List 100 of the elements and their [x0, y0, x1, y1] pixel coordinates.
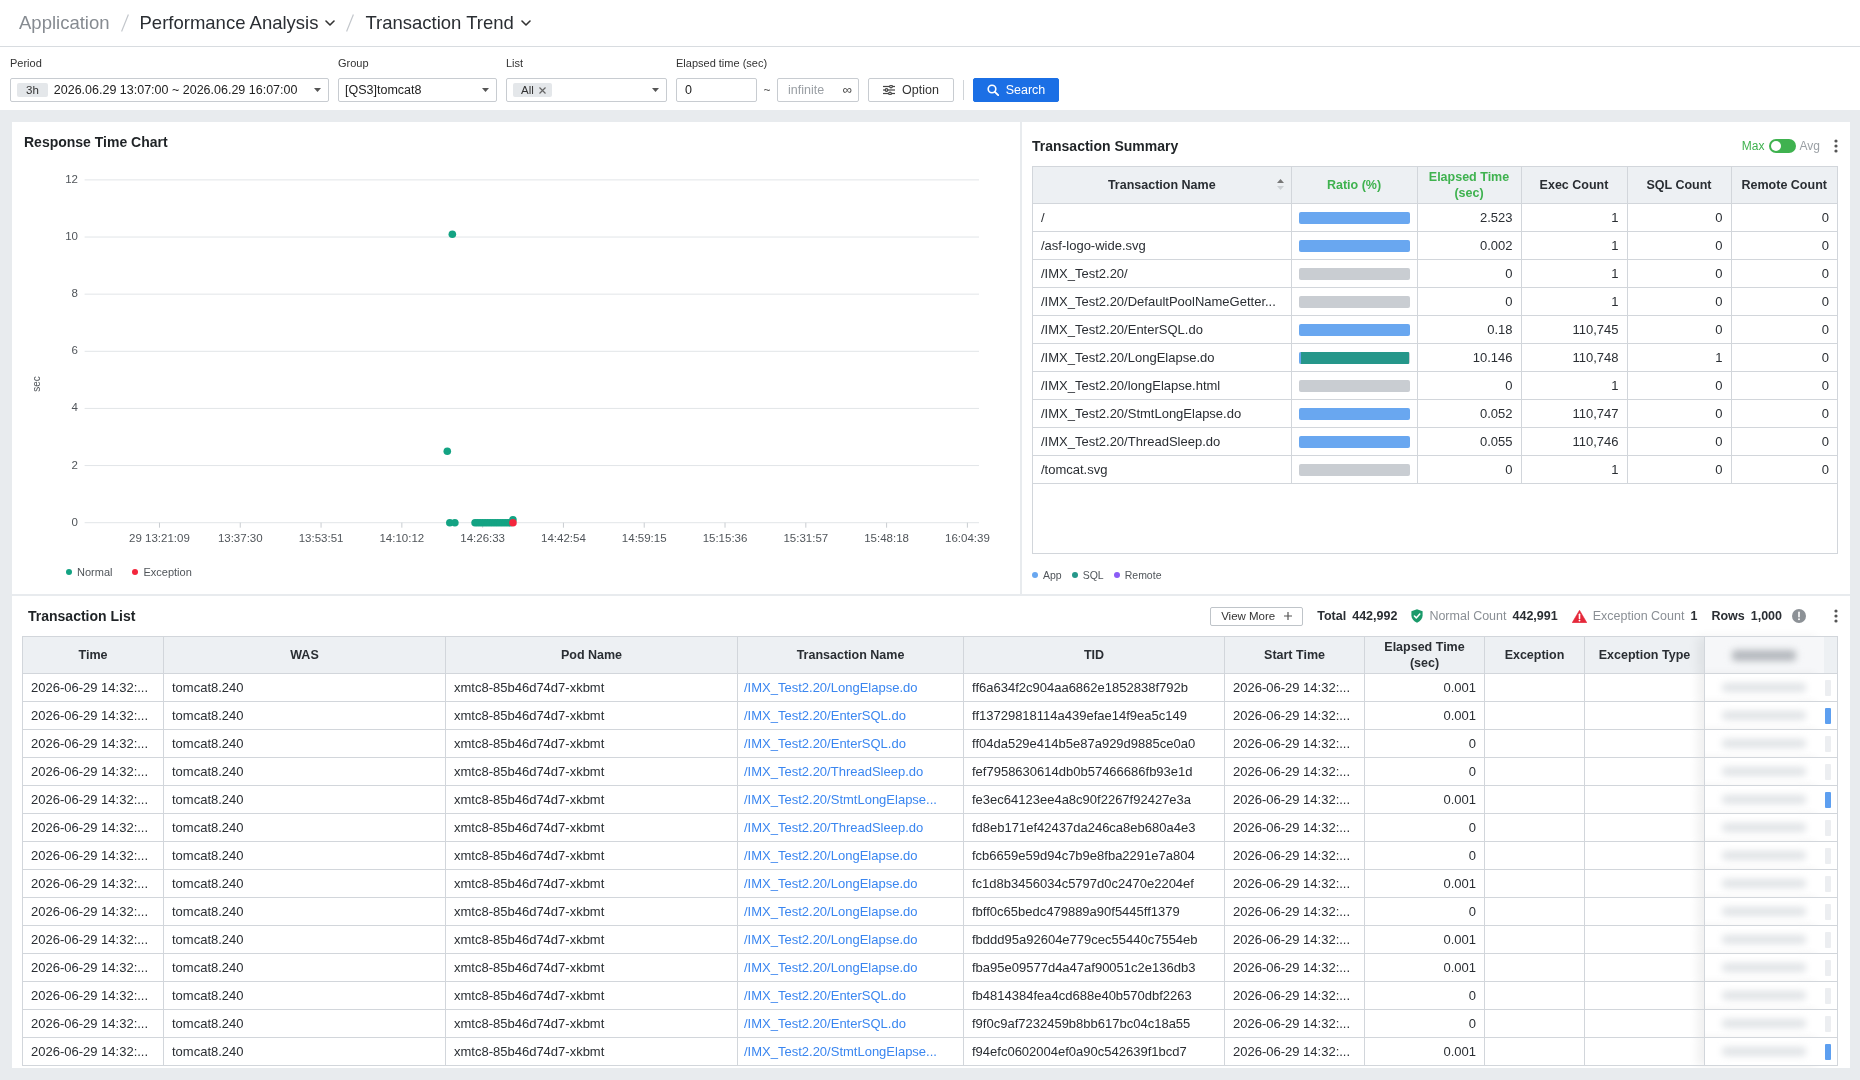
table-cell: tomcat8.240	[163, 953, 446, 982]
column-header: SQL Count	[1627, 167, 1731, 204]
legend-label: Normal	[77, 565, 113, 579]
table-cell: fe3ec64123ee4a8c90f2267f92427e3a	[963, 785, 1225, 814]
table-cell: 0	[1627, 231, 1731, 260]
table-cell: 2026-06-29 14:32:...	[22, 729, 164, 758]
panel-title: Transaction Summary	[1032, 137, 1179, 155]
stat-label: Rows	[1711, 609, 1745, 623]
table-cell: f94efc0602004ef0a90c542639f1bcd7	[963, 1037, 1225, 1066]
axis-tick-label: 14:26:33	[460, 531, 505, 544]
table-cell: tomcat8.240	[163, 841, 446, 870]
table-cell: 2026-06-29 14:32:...	[22, 757, 164, 786]
column-header: Exception	[1484, 636, 1585, 674]
table-cell: 2026-06-29 14:32:...	[22, 785, 164, 814]
axis-tick-label: 29 13:21:09	[129, 531, 190, 544]
column-header: TID	[963, 636, 1225, 674]
table-cell: xmtc8-85b46d74d7-xkbmt	[445, 673, 738, 702]
table-cell: tomcat8.240	[163, 813, 446, 842]
table-cell: /IMX_Test2.20/EnterSQL.do	[1033, 315, 1291, 344]
table-cell: tomcat8.240	[163, 673, 446, 702]
stat-label: Total	[1317, 609, 1347, 623]
table-cell: tomcat8.240	[163, 869, 446, 898]
table-cell: /IMX_Test2.20/	[1033, 259, 1291, 288]
table-cell: 2026-06-29 14:32:...	[22, 981, 164, 1010]
axis-tick-label: 14:10:12	[379, 531, 425, 544]
table-cell: 2026-06-29 14:32:...	[1224, 841, 1365, 870]
table-cell: xmtc8-85b46d74d7-xkbmt	[445, 981, 738, 1010]
table-cell: 0	[1627, 315, 1731, 344]
table-cell: tomcat8.240	[163, 757, 446, 786]
infinity-suffix: ∞	[842, 82, 852, 98]
table-cell: fc1d8b3456034c5797d0c2470e2204ef	[963, 869, 1225, 898]
table-cell: tomcat8.240	[163, 981, 446, 1010]
column-header: Time	[22, 636, 164, 674]
axis-tick-label: 14:59:15	[621, 531, 667, 544]
table-cell: /IMX_Test2.20/longElapse.html	[1033, 371, 1291, 400]
table-cell: 2026-06-29 14:32:...	[22, 953, 164, 982]
table-cell: /IMX_Test2.20/LongElapse.do	[1033, 343, 1291, 372]
table-cell: xmtc8-85b46d74d7-xkbmt	[445, 897, 738, 926]
table-cell: 0	[1364, 729, 1485, 758]
table-cell: 2026-06-29 14:32:...	[1224, 953, 1365, 982]
table-cell: 2026-06-29 14:32:...	[22, 869, 164, 898]
axis-tick-label: 14:42:54	[541, 531, 586, 544]
table-cell: tomcat8.240	[163, 897, 446, 926]
axis-tick-label: 6	[71, 344, 78, 357]
table-cell: xmtc8-85b46d74d7-xkbmt	[445, 953, 738, 982]
stat-value: 1	[1690, 609, 1698, 623]
table-cell: 0.001	[1364, 1037, 1485, 1066]
table-cell: f9f0c9af7232459b8bb617bc04c18a55	[963, 1009, 1225, 1038]
legend-label: App	[1043, 568, 1062, 582]
table-cell: tomcat8.240	[163, 1009, 446, 1038]
table-cell: 0	[1364, 897, 1485, 926]
axis-tick-label: 13:53:51	[298, 531, 344, 544]
table-cell: 0	[1364, 813, 1485, 842]
table-cell: 0.052	[1417, 399, 1521, 428]
axis-tick-label: 12	[65, 172, 78, 185]
stat-value: 442,991	[1512, 609, 1558, 623]
table-cell: 2026-06-29 14:32:...	[1224, 757, 1365, 786]
axis-tick-label: 4	[71, 401, 78, 414]
axis-tick-label: 0	[71, 515, 78, 528]
table-cell: 2026-06-29 14:32:...	[22, 1009, 164, 1038]
table-cell: 2026-06-29 14:32:...	[1224, 869, 1365, 898]
column-header: Elapsed Time (sec)	[1364, 636, 1485, 674]
table-cell: 0	[1364, 757, 1485, 786]
axis-tick-label: 8	[71, 287, 78, 300]
table-cell: 0	[1417, 287, 1521, 316]
table-cell: /IMX_Test2.20/StmtLongElapse.do	[1033, 399, 1291, 428]
table-cell: fd8eb171ef42437da246ca8eb680a4e3	[963, 813, 1225, 842]
table-cell: 2026-06-29 14:32:...	[22, 701, 164, 730]
table-cell: 0	[1364, 981, 1485, 1010]
table-cell: 0.055	[1417, 427, 1521, 456]
table-cell: 0.001	[1364, 701, 1485, 730]
field-label: Group	[338, 56, 370, 70]
table-cell: 2026-06-29 14:32:...	[22, 925, 164, 954]
table-cell: tomcat8.240	[163, 785, 446, 814]
table-cell: 2026-06-29 14:32:...	[1224, 925, 1365, 954]
column-header: Start Time	[1224, 636, 1365, 674]
table-cell: 0	[1364, 841, 1485, 870]
table-cell: fef7958630614db0b57466686fb93e1d	[963, 757, 1225, 786]
table-cell: 0	[1627, 399, 1731, 428]
table-cell: 0	[1627, 287, 1731, 316]
table-cell: ff13729818114a439efae14f9ea5c149	[963, 701, 1225, 730]
table-cell: 0.001	[1364, 869, 1485, 898]
table-cell: 10.146	[1417, 343, 1521, 372]
table-cell: /tomcat.svg	[1033, 455, 1291, 484]
table-cell: /IMX_Test2.20/DefaultPoolNameGetter...	[1033, 287, 1291, 316]
table-cell: fbff0c65bedc479889a90f5445ff1379	[963, 897, 1225, 926]
table-cell: xmtc8-85b46d74d7-xkbmt	[445, 841, 738, 870]
table-cell: xmtc8-85b46d74d7-xkbmt	[445, 785, 738, 814]
column-header: Remote Count	[1731, 167, 1837, 204]
table-cell: 0.001	[1364, 925, 1485, 954]
stat-value: 442,992	[1352, 609, 1398, 623]
table-cell: tomcat8.240	[163, 729, 446, 758]
table-cell: 0.18	[1417, 315, 1521, 344]
stat-label: Normal Count	[1429, 609, 1507, 623]
column-header: Exec Count	[1521, 167, 1627, 204]
table-cell: 110,745	[1521, 315, 1627, 344]
table-cell: 0.001	[1364, 785, 1485, 814]
table-cell: fbddd95a92604e779cec55440c7554eb	[963, 925, 1225, 954]
table-cell: 2026-06-29 14:32:...	[22, 897, 164, 926]
table-cell: 0	[1417, 455, 1521, 484]
